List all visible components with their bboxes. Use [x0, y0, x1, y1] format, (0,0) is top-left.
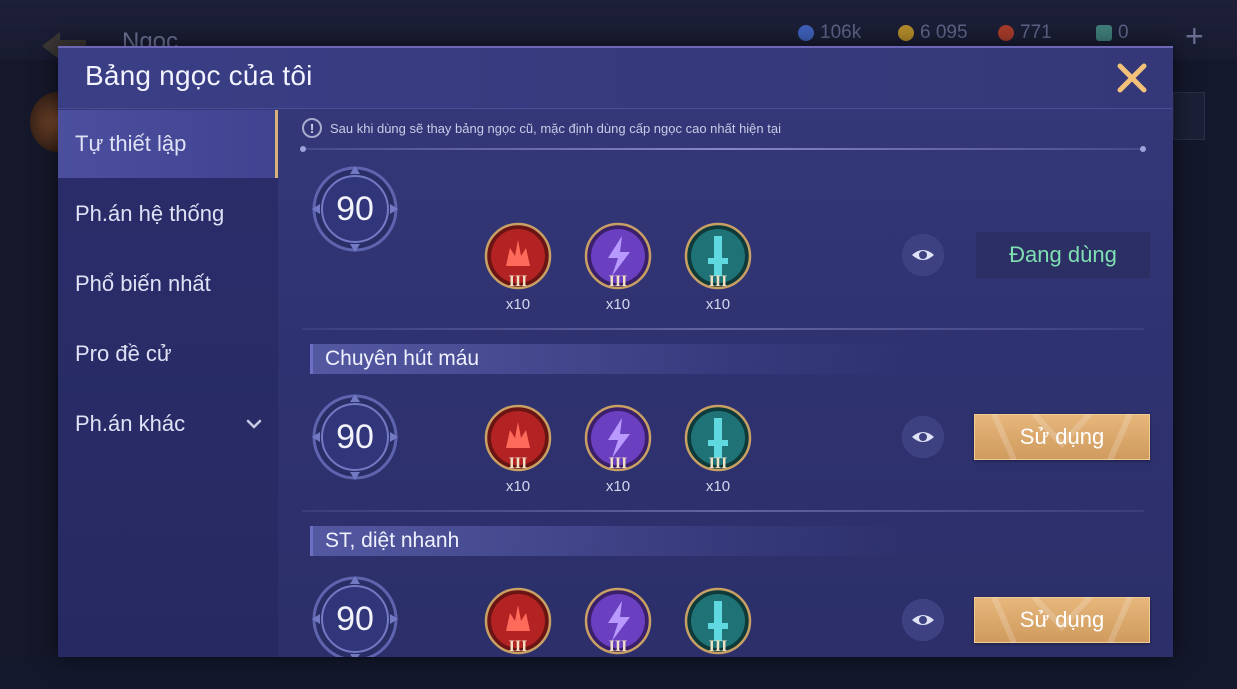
divider-dot — [1140, 146, 1146, 152]
gem-count: x10 — [705, 478, 731, 495]
sidebar-item-popular[interactable]: Phổ biến nhất — [58, 250, 278, 318]
resource-blue-coin: 106k — [798, 22, 861, 44]
green-gem-icon: III — [684, 222, 752, 290]
gem-count: x10 — [505, 478, 531, 495]
gem-count: x10 — [705, 296, 731, 313]
use-button[interactable]: Sử dụng — [974, 414, 1150, 460]
purple-gem-icon: III — [584, 587, 652, 655]
category-sidebar: Tự thiết lập Ph.án hệ thống Phổ biến nhấ… — [58, 110, 278, 657]
notice: ! Sau khi dùng sẽ thay bảng ngọc cũ, mặc… — [302, 118, 781, 138]
svg-text:III: III — [609, 273, 628, 290]
rune-level: 90 — [336, 417, 374, 456]
svg-text:III: III — [509, 455, 528, 472]
rune-level: 90 — [336, 189, 374, 228]
info-icon: ! — [302, 118, 322, 138]
divider-dot — [300, 146, 306, 152]
sidebar-item-system[interactable]: Ph.án hệ thống — [58, 180, 278, 248]
red-gem-icon: III — [484, 587, 552, 655]
ticket-icon — [1096, 25, 1112, 41]
divider — [302, 148, 1144, 150]
view-eye-icon[interactable] — [902, 234, 944, 276]
svg-text:III: III — [709, 638, 728, 655]
view-eye-icon[interactable] — [902, 599, 944, 641]
resource-red-gem: 771 — [998, 22, 1052, 44]
section-title: Chuyên hút máu — [310, 344, 910, 374]
red-gem-icon — [998, 25, 1014, 41]
close-icon[interactable] — [1114, 60, 1150, 96]
red-gem-icon: III — [484, 404, 552, 472]
resource-ticket: 0 — [1096, 22, 1129, 44]
rune-pages-list: ! Sau khi dùng sẽ thay bảng ngọc cũ, mặc… — [280, 110, 1173, 657]
modal-title: Bảng ngọc của tôi — [85, 60, 313, 91]
purple-gem-icon: III — [584, 222, 652, 290]
gem-count: x10 — [505, 296, 531, 313]
svg-text:III: III — [509, 638, 528, 655]
add-resource-icon: + — [1185, 18, 1204, 54]
svg-text:III: III — [609, 638, 628, 655]
green-gem-icon: III — [684, 404, 752, 472]
rune-page-modal: Bảng ngọc của tôi Tự thiết lập Ph.án hệ … — [58, 46, 1173, 657]
resource-gold-coin: 6 095 — [898, 22, 968, 44]
gem-count: x10 — [605, 478, 631, 495]
in-use-button: Đang dùng — [976, 232, 1150, 278]
svg-text:III: III — [509, 273, 528, 290]
gem-count: x10 — [605, 296, 631, 313]
svg-text:III: III — [609, 455, 628, 472]
svg-text:III: III — [709, 273, 728, 290]
view-eye-icon[interactable] — [902, 416, 944, 458]
use-button[interactable]: Sử dụng — [974, 597, 1150, 643]
blue-coin-icon — [798, 25, 814, 41]
purple-gem-icon: III — [584, 404, 652, 472]
sidebar-item-custom[interactable]: Tự thiết lập — [58, 110, 278, 178]
section-title: ST, diệt nhanh — [310, 526, 910, 556]
green-gem-icon: III — [684, 587, 752, 655]
sidebar-item-pro[interactable]: Pro đề cử — [58, 320, 278, 388]
modal-header: Bảng ngọc của tôi — [58, 48, 1173, 109]
red-gem-icon: III — [484, 222, 552, 290]
chevron-down-icon — [246, 419, 262, 429]
notice-text: Sau khi dùng sẽ thay bảng ngọc cũ, mặc đ… — [330, 120, 781, 136]
divider — [302, 510, 1144, 512]
svg-text:III: III — [709, 455, 728, 472]
sidebar-item-other[interactable]: Ph.án khác — [58, 390, 278, 458]
divider — [302, 328, 1144, 330]
background-right-strip — [1173, 92, 1205, 140]
gold-coin-icon — [898, 25, 914, 41]
rune-level: 90 — [336, 599, 374, 638]
